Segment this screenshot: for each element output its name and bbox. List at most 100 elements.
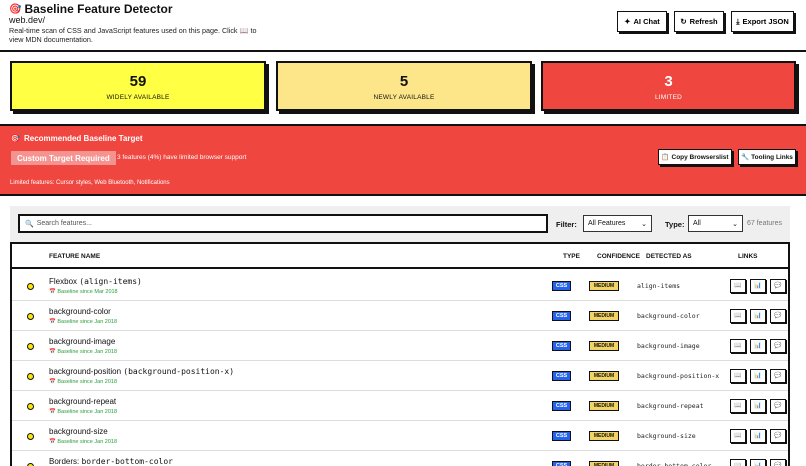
feature-name-text: background-image — [49, 337, 116, 346]
page-description: Real-time scan of CSS and JavaScript fea… — [9, 26, 257, 44]
sparkle-icon: ✦ — [624, 17, 631, 26]
feature-name: background-color — [49, 307, 111, 316]
chevron-down-icon: ⌄ — [732, 220, 738, 228]
ask-ai-button[interactable]: 💬 — [770, 429, 786, 443]
search-input[interactable]: 🔍 Search features... — [18, 214, 548, 233]
chevron-down-icon: ⌄ — [641, 220, 647, 228]
detected-as: border-bottom-color — [637, 462, 712, 466]
chart-icon: 📊 — [754, 283, 762, 289]
header-detected-as: DETECTED AS — [646, 253, 692, 260]
type-badge: CSS — [552, 311, 571, 321]
ask-ai-button[interactable]: 💬 — [770, 279, 786, 293]
status-dot — [27, 343, 34, 350]
tooling-links-button[interactable]: 🔧 Tooling Links — [738, 149, 796, 165]
stat-limited-value: 3 — [664, 73, 673, 90]
stat-newly-available: 5 NEWLY AVAILABLE — [276, 61, 532, 111]
stat-widely-value: 59 — [129, 73, 147, 90]
can-i-use-button[interactable]: 📊 — [750, 279, 766, 293]
feature-name: background-position (background-position… — [49, 367, 234, 376]
confidence-badge: MEDIUM — [589, 281, 619, 291]
mdn-docs-button[interactable]: 📖 — [730, 309, 746, 323]
mdn-docs-button[interactable]: 📖 — [730, 339, 746, 353]
ai-chat-button[interactable]: ✦ AI Chat — [617, 11, 667, 32]
copy-browserslist-button[interactable]: 📋 Copy Browserslist — [658, 149, 732, 165]
ask-ai-button[interactable]: 💬 — [770, 459, 786, 466]
book-icon: 📖 — [734, 313, 742, 319]
table-row[interactable]: Flexbox (align-items) 📅 Baseline since M… — [12, 271, 788, 301]
ask-ai-button[interactable]: 💬 — [770, 339, 786, 353]
baseline-since-text: Baseline since Jan 2018 — [57, 319, 118, 325]
chart-icon: 📊 — [754, 343, 762, 349]
detected-as: background-color — [637, 312, 700, 320]
table-row[interactable]: background-size 📅 Baseline since Jan 201… — [12, 421, 788, 451]
mdn-docs-button[interactable]: 📖 — [730, 429, 746, 443]
type-badge: CSS — [552, 431, 571, 441]
recommended-title-text: Recommended Baseline Target — [23, 134, 143, 143]
ask-ai-button[interactable]: 💬 — [770, 369, 786, 383]
table-row[interactable]: background-image 📅 Baseline since Jan 20… — [12, 331, 788, 361]
mdn-docs-button[interactable]: 📖 — [730, 279, 746, 293]
refresh-button[interactable]: ↻ Refresh — [674, 11, 724, 32]
table-row[interactable]: background-color 📅 Baseline since Jan 20… — [12, 301, 788, 331]
baseline-since-text: Baseline since Mar 2018 — [57, 289, 118, 295]
ask-ai-button[interactable]: 💬 — [770, 309, 786, 323]
table-row[interactable]: Borders: border-bottom-color 📅 Baseline … — [12, 451, 788, 466]
ai-chat-label: AI Chat — [633, 17, 660, 26]
table-row[interactable]: background-repeat 📅 Baseline since Jan 2… — [12, 391, 788, 421]
can-i-use-button[interactable]: 📊 — [750, 399, 766, 413]
header-feature-name: FEATURE NAME — [49, 253, 101, 260]
recommended-subtitle: 3 features (4%) have limited browser sup… — [117, 154, 247, 161]
target-icon: 🎯 — [10, 134, 20, 143]
mdn-docs-button[interactable]: 📖 — [730, 399, 746, 413]
stat-widely-label: WIDELY AVAILABLE — [106, 94, 170, 101]
stat-limited-label: LIMITED — [654, 94, 683, 101]
export-json-button[interactable]: ⤓ Export JSON — [731, 11, 794, 32]
feature-name-code: (align-items) — [79, 277, 142, 286]
baseline-since: 📅 Baseline since Jan 2018 — [49, 439, 118, 445]
can-i-use-button[interactable]: 📊 — [750, 459, 766, 466]
mdn-docs-button[interactable]: 📖 — [730, 369, 746, 383]
type-select-value: All — [693, 220, 701, 227]
confidence-badge: MEDIUM — [589, 341, 619, 351]
feature-name-code: (background-position-x) — [123, 367, 235, 376]
baseline-since-text: Baseline since Jan 2018 — [57, 409, 118, 415]
stats-area: 59 WIDELY AVAILABLE 5 NEWLY AVAILABLE 3 … — [0, 52, 806, 122]
target-icon: 🎯 — [9, 3, 22, 15]
chat-icon: 💬 — [774, 403, 782, 409]
tooling-links-label: Tooling Links — [751, 153, 793, 161]
type-badge: CSS — [552, 281, 571, 291]
table-row[interactable]: background-position (background-position… — [12, 361, 788, 391]
header-type: TYPE — [563, 253, 580, 260]
confidence-badge: MEDIUM — [589, 371, 619, 381]
custom-target-badge: Custom Target Required — [11, 151, 116, 165]
feature-name-text: background-position — [49, 367, 122, 376]
feature-name-text: Borders: — [49, 457, 80, 466]
feature-name: background-repeat — [49, 397, 116, 406]
feature-name: background-size — [49, 427, 108, 436]
can-i-use-button[interactable]: 📊 — [750, 309, 766, 323]
detected-as: background-image — [637, 342, 700, 350]
chat-icon: 💬 — [774, 343, 782, 349]
book-icon: 📖 — [734, 283, 742, 289]
feature-name: Flexbox (align-items) — [49, 277, 142, 286]
can-i-use-button[interactable]: 📊 — [750, 339, 766, 353]
book-icon: 📖 — [734, 433, 742, 439]
mdn-docs-button[interactable]: 📖 — [730, 459, 746, 466]
can-i-use-button[interactable]: 📊 — [750, 369, 766, 383]
clipboard-icon: 📋 — [661, 154, 670, 161]
book-icon: 📖 — [734, 403, 742, 409]
type-badge: CSS — [552, 371, 571, 381]
feature-count: 67 features — [747, 220, 783, 227]
baseline-since: 📅 Baseline since Jan 2018 — [49, 319, 118, 325]
baseline-since: 📅 Baseline since Jan 2018 — [49, 349, 118, 355]
filter-select[interactable]: All Features ⌄ — [583, 215, 652, 232]
app-header: 🎯 Baseline Feature Detector web.dev/ Rea… — [0, 0, 806, 50]
baseline-since-text: Baseline since Jan 2018 — [57, 439, 118, 445]
type-select[interactable]: All ⌄ — [688, 215, 743, 232]
detected-as: background-size — [637, 432, 696, 440]
feature-name-text: background-repeat — [49, 397, 117, 406]
chat-icon: 💬 — [774, 373, 782, 379]
ask-ai-button[interactable]: 💬 — [770, 399, 786, 413]
search-icon: 🔍 — [25, 220, 34, 228]
can-i-use-button[interactable]: 📊 — [750, 429, 766, 443]
